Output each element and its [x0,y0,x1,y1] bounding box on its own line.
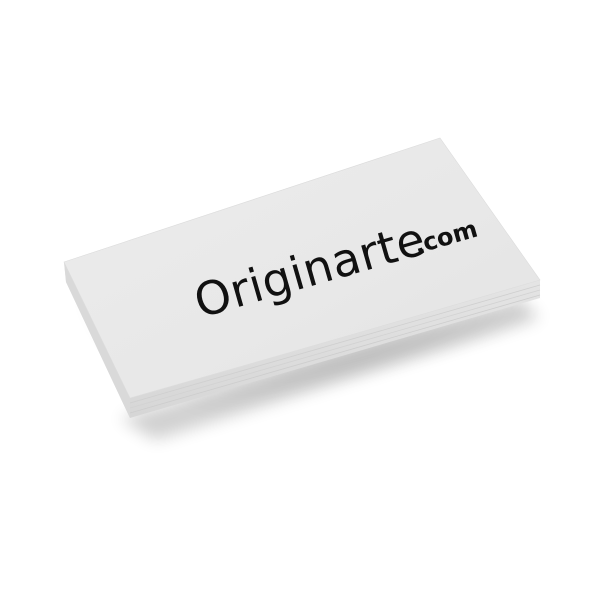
product-photo: Originarte .com [0,0,600,600]
business-card-stack: Originarte .com [63,137,545,440]
